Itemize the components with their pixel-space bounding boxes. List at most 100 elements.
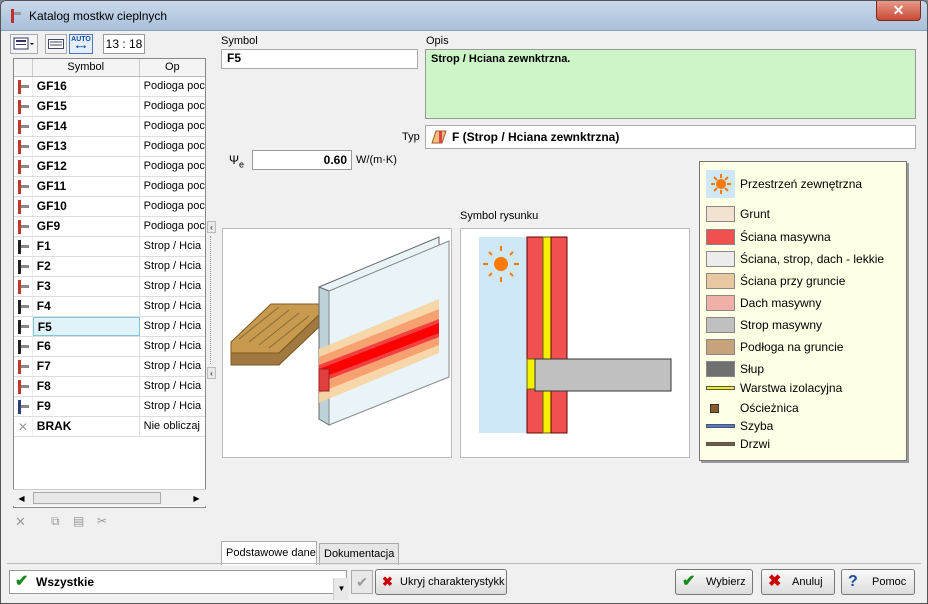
tab-dokumentacja[interactable]: Dokumentacja xyxy=(319,543,399,565)
legend-item: Dach masywny xyxy=(706,295,821,311)
legend-item: Słup xyxy=(706,361,764,377)
select-button[interactable]: ✔ Wybierz xyxy=(675,569,753,595)
row-opis: Podioga poc xyxy=(143,80,205,92)
table-row[interactable]: ✕ BRAK Nie obliczaj xyxy=(14,417,205,437)
hide-characteristics-label: Ukryj charakterystykk xyxy=(400,576,505,588)
legend-label: Podłoga na gruncie xyxy=(740,340,844,354)
apply-filter-button[interactable]: ✔ xyxy=(351,570,373,594)
table-row[interactable]: F5 Strop / Hcia xyxy=(14,317,205,337)
symbol-column-header[interactable]: Symbol xyxy=(33,59,140,76)
table-row[interactable]: F7 Strop / Hcia xyxy=(14,357,205,377)
table-row[interactable]: GF12 Podioga poc xyxy=(14,157,205,177)
help-button[interactable]: ? Pomoc xyxy=(841,569,915,595)
bridge-icon xyxy=(14,397,33,416)
bridge-icon xyxy=(14,197,33,216)
legend-swatch xyxy=(706,361,735,377)
table-row[interactable]: GF16 Podioga poc xyxy=(14,77,205,97)
table-row[interactable]: GF9 Podioga poc xyxy=(14,217,205,237)
table-row[interactable]: F8 Strop / Hcia xyxy=(14,377,205,397)
bridge-3d-view xyxy=(222,228,452,458)
table-row[interactable]: GF14 Podioga poc xyxy=(14,117,205,137)
copy-icon[interactable]: ⧉ xyxy=(51,514,60,529)
legend-swatch xyxy=(706,295,735,311)
legend-swatch xyxy=(706,273,735,289)
bridge-3d-illustration xyxy=(230,236,450,426)
bridge-icon xyxy=(14,177,33,196)
table-row[interactable]: F1 Strop / Hcia xyxy=(14,237,205,257)
row-opis: Nie obliczaj xyxy=(143,420,200,432)
row-symbol: GF13 xyxy=(33,137,140,156)
cancel-icon: ✖ xyxy=(768,573,782,590)
bottom-bar: ✔ Wszystkie ▼ ✔ ✖ Ukryj charakterystykk … xyxy=(7,563,921,600)
row-symbol: BRAK xyxy=(33,417,140,436)
row-opis: Podioga poc xyxy=(143,120,205,132)
table-row[interactable]: F3 Strop / Hcia xyxy=(14,277,205,297)
legend-label: Strop masywny xyxy=(740,318,823,332)
row-symbol: F4 xyxy=(33,297,140,316)
legend-label: Drzwi xyxy=(740,437,770,451)
select-label: Wybierz xyxy=(706,576,746,588)
cancel-button[interactable]: ✖ Anuluj xyxy=(761,569,835,595)
legend-label: Warstwa izolacyjna xyxy=(740,381,843,395)
hide-characteristics-button[interactable]: ✖ Ukryj charakterystykk xyxy=(375,569,507,595)
bridge-icon xyxy=(14,157,33,176)
auto-width-button[interactable]: AUTO ⟷ xyxy=(69,34,93,54)
table-row[interactable]: GF15 Podioga poc xyxy=(14,97,205,117)
table-row[interactable]: F6 Strop / Hcia xyxy=(14,337,205,357)
legend-item: Podłoga na gruncie xyxy=(706,339,843,355)
splitter[interactable]: ‹ ‹ xyxy=(207,221,216,381)
legend-label: Ściana masywna xyxy=(740,230,831,244)
bridge-type-icon xyxy=(431,130,447,144)
table-row[interactable]: GF11 Podioga poc xyxy=(14,177,205,197)
row-opis: Podioga poc xyxy=(143,200,205,212)
expand-right-icon[interactable]: ‹ xyxy=(207,367,216,379)
psi-unit: W/(m·K) xyxy=(356,154,397,166)
row-opis: Podioga poc xyxy=(143,220,205,232)
legend-item: Ściana masywna xyxy=(706,229,831,245)
opis-field[interactable]: Strop / Hciana zewnktrzna. xyxy=(425,49,916,119)
psi-symbol: Ψ xyxy=(229,153,240,167)
paste-icon[interactable]: ▤ xyxy=(73,514,84,528)
collapse-left-icon[interactable]: ‹ xyxy=(207,221,216,233)
resize-arrows-icon: ⟷ xyxy=(75,44,87,51)
table-row[interactable]: F4 Strop / Hcia xyxy=(14,297,205,317)
view-menu-button[interactable] xyxy=(10,34,38,54)
psi-subscript: e xyxy=(239,159,245,170)
table-row[interactable]: GF10 Podioga poc xyxy=(14,197,205,217)
cut-icon[interactable]: ✂ xyxy=(97,514,107,528)
typ-select[interactable]: F (Strop / Hciana zewnktrzna) xyxy=(425,125,916,149)
row-opis: Strop / Hcia xyxy=(143,320,202,332)
row-symbol: F8 xyxy=(33,377,140,396)
row-opis: Strop / Hcia xyxy=(143,280,202,292)
table-row[interactable]: F9 Strop / Hcia xyxy=(14,397,205,417)
legend-item: Ściana, strop, dach - lekkie xyxy=(706,251,884,267)
psi-value-field[interactable]: 0.60 xyxy=(252,150,352,170)
tab-podstawowe-dane[interactable]: Podstawowe dane xyxy=(221,541,317,565)
sun-icon xyxy=(706,170,735,198)
delete-icon[interactable]: ✕ xyxy=(15,514,26,530)
legend-label: Dach masywny xyxy=(740,296,822,310)
scroll-left-icon[interactable]: ◀ xyxy=(14,491,29,506)
table-row[interactable]: F2 Strop / Hcia xyxy=(14,257,205,277)
keyboard-button[interactable] xyxy=(45,34,67,54)
table-row[interactable]: GF13 Podioga poc xyxy=(14,137,205,157)
symbol-field[interactable]: F5 xyxy=(221,49,418,69)
legend-item: Szyba xyxy=(706,419,773,433)
list-rows: GF16 Podioga poc GF15 Podioga poc GF14 Podiog… xyxy=(14,77,205,437)
symbol-label: Symbol xyxy=(221,35,258,47)
clock-display: 13 : 18 xyxy=(103,34,145,54)
horizontal-scrollbar[interactable]: ◀ ▶ xyxy=(13,489,206,506)
help-label: Pomoc xyxy=(872,576,907,588)
chevron-down-icon[interactable]: ▼ xyxy=(333,578,349,600)
check-icon: ✔ xyxy=(356,574,368,590)
bridge-section-drawing xyxy=(479,236,672,434)
row-symbol: GF10 xyxy=(33,197,140,216)
scroll-right-icon[interactable]: ▶ xyxy=(189,491,204,506)
close-button[interactable]: ✕ xyxy=(876,1,921,21)
legend-label: Ściana przy gruncie xyxy=(740,274,846,288)
filter-select[interactable]: ✔ Wszystkie ▼ xyxy=(9,570,349,600)
scroll-thumb[interactable] xyxy=(33,492,161,504)
row-opis: Strop / Hcia xyxy=(143,380,202,392)
legend-label: Przestrzeń zewnętrzna xyxy=(740,177,863,191)
opis-column-header[interactable]: Op xyxy=(140,59,205,76)
